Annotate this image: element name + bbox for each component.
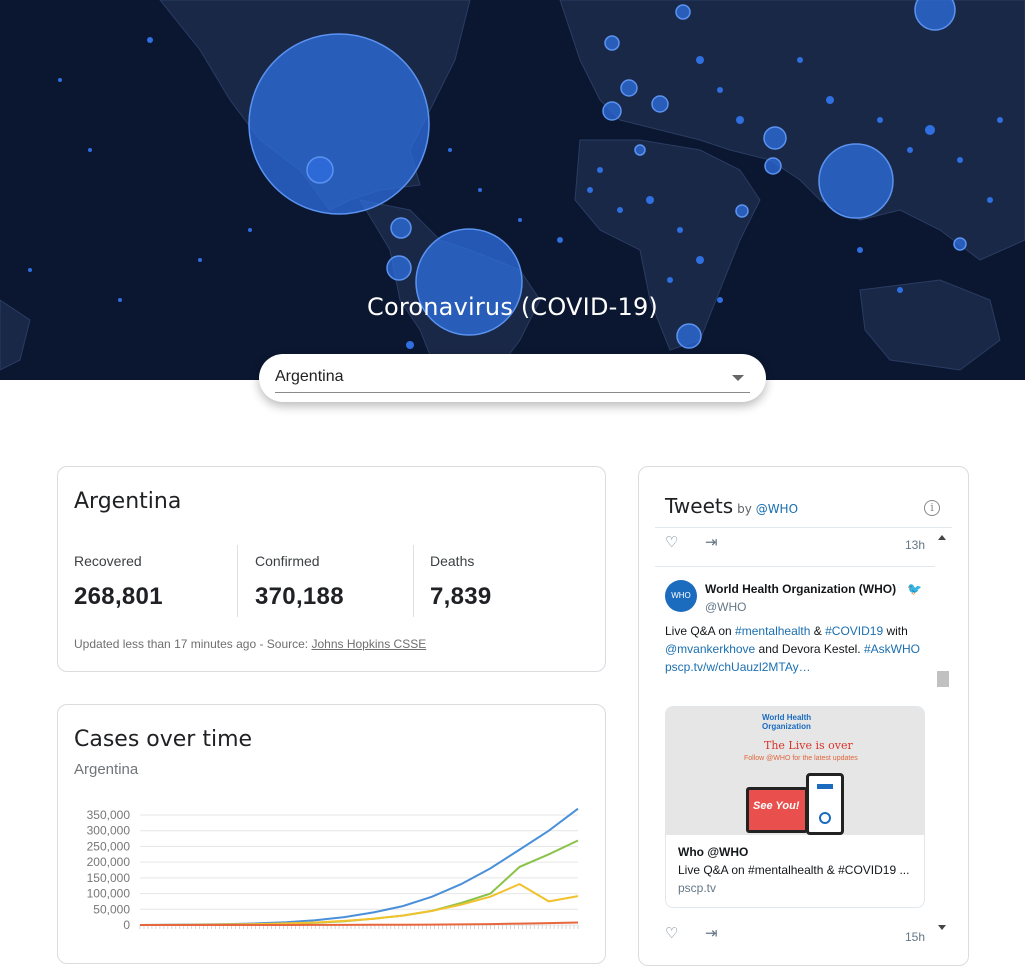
- recovered-label: Recovered: [74, 553, 142, 569]
- share-icon[interactable]: ⇥: [705, 924, 718, 942]
- divider: [413, 545, 414, 617]
- laptop-graphic: See You!: [746, 787, 808, 833]
- tweet-author-handle[interactable]: @WHO: [705, 600, 747, 614]
- y-tick-label: 100,000: [87, 887, 131, 901]
- stats-title: Argentina: [74, 489, 182, 514]
- twitter-bird-icon: 🐦: [907, 582, 922, 596]
- y-tick-label: 350,000: [87, 808, 131, 822]
- page-title: Coronavirus (COVID-19): [367, 293, 658, 321]
- share-icon[interactable]: ⇥: [705, 533, 718, 551]
- select-underline: [275, 392, 750, 393]
- chevron-down-icon[interactable]: [732, 375, 744, 381]
- chart-card: Cases over time Argentina 350,000 300,000…: [57, 704, 606, 964]
- recovered-stat: Recovered 268,801: [74, 545, 163, 615]
- tweet-author-name[interactable]: World Health Organization (WHO): [705, 582, 896, 596]
- series-line: [139, 807, 579, 926]
- media-image: World Health Organization The Live is ov…: [666, 707, 924, 835]
- tweet-divider: [655, 566, 935, 567]
- tweets-card: Tweets by @WHO i ♡ ⇥ 13h WHO World Health…: [638, 466, 969, 966]
- tweets-by: by: [737, 502, 752, 516]
- hashtag-link[interactable]: #AskWHO: [864, 642, 920, 656]
- updated-note: Updated less than 17 minutes ago - Sourc…: [74, 637, 426, 651]
- cases-chart: 350,000 300,000250,000 200,000 150,000 100,0…: [87, 807, 579, 932]
- tweet-text-part: and Devora Kestel.: [755, 642, 864, 656]
- tweet-text-part: &: [810, 624, 826, 638]
- tweet-text-part: Live Q&A on: [665, 624, 736, 638]
- y-tick-label: 300,000: [87, 824, 131, 838]
- media-url: pscp.tv: [678, 881, 717, 895]
- y-tick-label: 250,000: [87, 839, 131, 853]
- phone-bar: [817, 784, 833, 789]
- country-select-value: Argentina: [275, 368, 344, 385]
- tweet-media-card[interactable]: World Health Organization The Live is ov…: [665, 706, 925, 908]
- confirmed-stat: Confirmed 370,188: [255, 545, 344, 615]
- phone-graphic: [806, 773, 844, 835]
- tweets-header: Tweets by @WHO: [665, 494, 798, 518]
- info-icon[interactable]: i: [924, 500, 940, 516]
- tweet-text: Live Q&A on #mentalhealth & #COVID19 wit…: [665, 622, 935, 676]
- tweet-time[interactable]: 13h: [905, 538, 925, 552]
- deaths-label: Deaths: [430, 553, 475, 569]
- y-tick-label: 50,000: [93, 902, 130, 916]
- y-tick-label: 0: [123, 918, 130, 932]
- tweet-text-part: with: [883, 624, 908, 638]
- hero-map: Coronavirus (COVID-19): [0, 0, 1025, 380]
- y-tick-label: 200,000: [87, 855, 131, 869]
- confirmed-value: 370,188: [255, 583, 344, 610]
- tweet-time[interactable]: 15h: [905, 930, 925, 944]
- media-title: Who @WHO: [678, 845, 749, 859]
- y-tick-label: 150,000: [87, 871, 131, 885]
- scroll-thumb[interactable]: [937, 671, 949, 687]
- who-avatar[interactable]: WHO: [665, 580, 697, 612]
- tweets-scrollbar[interactable]: [935, 533, 951, 933]
- series-line: [139, 882, 579, 926]
- media-headline: The Live is over: [764, 739, 853, 752]
- tweets-by-handle[interactable]: @WHO: [756, 502, 798, 516]
- confirmed-label: Confirmed: [255, 553, 320, 569]
- updated-text: Updated less than 17 minutes ago - Sourc…: [74, 637, 312, 651]
- heart-icon[interactable]: ♡: [665, 924, 678, 942]
- tweets-title: Tweets: [665, 494, 734, 518]
- scroll-up-icon[interactable]: [938, 535, 946, 540]
- heart-icon[interactable]: ♡: [665, 533, 678, 551]
- chart-title: Cases over time: [74, 727, 253, 752]
- deaths-stat: Deaths 7,839: [430, 545, 492, 615]
- mention-link[interactable]: @mvankerkhove: [665, 642, 755, 656]
- recovered-value: 268,801: [74, 583, 163, 610]
- media-see-you: See You!: [753, 800, 800, 812]
- world-map: [0, 0, 1025, 380]
- hashtag-link[interactable]: #COVID19: [825, 624, 883, 638]
- divider: [237, 545, 238, 617]
- scroll-down-icon[interactable]: [938, 925, 946, 930]
- tweet-link[interactable]: pscp.tv/w/chUauzl2MTAy…: [665, 660, 811, 674]
- tweets-timeline[interactable]: ♡ ⇥ 13h WHO World Health Organization (W…: [655, 527, 952, 967]
- source-link[interactable]: Johns Hopkins CSSE: [311, 637, 426, 651]
- stats-card: Argentina Recovered 268,801 Confirmed 37…: [57, 466, 606, 672]
- media-description: Live Q&A on #mentalhealth & #COVID19 ...: [678, 863, 910, 877]
- hashtag-link[interactable]: #mentalhealth: [735, 624, 810, 638]
- power-icon: [819, 812, 831, 824]
- media-subtext: Follow @WHO for the latest updates: [744, 755, 858, 762]
- media-org-text: World Health Organization: [762, 713, 812, 731]
- chart-subtitle: Argentina: [74, 761, 139, 778]
- deaths-value: 7,839: [430, 583, 492, 610]
- country-select[interactable]: Argentina: [259, 354, 766, 402]
